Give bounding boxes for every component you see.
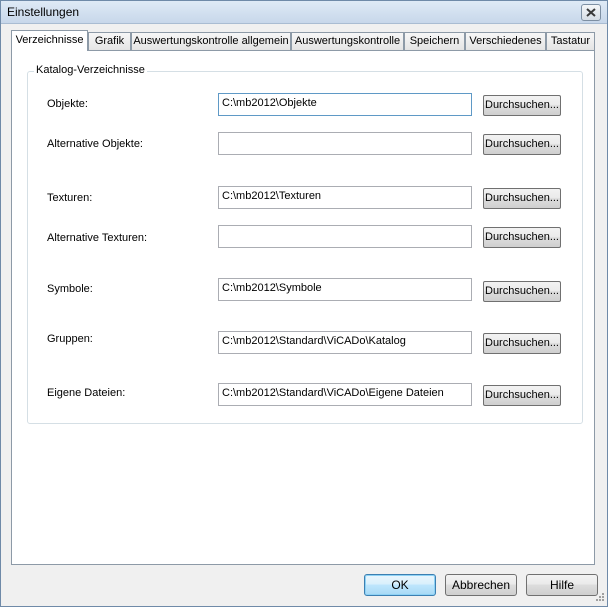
title-bar[interactable]: Einstellungen	[1, 1, 607, 24]
texturen-label: Texturen:	[47, 192, 93, 204]
tab-grafik[interactable]: Grafik	[88, 32, 131, 50]
tab-verzeichnisse[interactable]: Verzeichnisse	[11, 30, 88, 51]
ok-button[interactable]: OK	[364, 574, 436, 596]
symbole-label: Symbole:	[47, 283, 93, 295]
window-title: Einstellungen	[7, 5, 80, 19]
gruppen-path-field[interactable]: C:\mb2012\Standard\ViCADo\Katalog	[218, 331, 472, 354]
objekte-label: Objekte:	[47, 98, 88, 110]
objekte-browse-button[interactable]: Durchsuchen...	[483, 95, 561, 116]
tab-tastatur[interactable]: Tastatur	[546, 32, 595, 50]
alternative-texturen-label: Alternative Texturen:	[47, 232, 148, 244]
alternative-objekte-path-field[interactable]	[218, 132, 472, 155]
objekte-path-field[interactable]: C:\mb2012\Objekte	[218, 93, 472, 116]
tab-verschiedenes[interactable]: Verschiedenes	[465, 32, 546, 50]
alternative-texturen-path-field[interactable]	[218, 225, 472, 248]
texturen-path-field[interactable]: C:\mb2012\Texturen	[218, 186, 472, 209]
symbole-browse-button[interactable]: Durchsuchen...	[483, 281, 561, 302]
tab-auswertungskontrolle[interactable]: Auswertungskontrolle	[291, 32, 404, 50]
resize-grip-icon[interactable]	[593, 592, 605, 604]
cancel-button[interactable]: Abbrechen	[445, 574, 517, 596]
alternative-objekte-browse-button[interactable]: Durchsuchen...	[483, 134, 561, 155]
eigene-dateien-label: Eigene Dateien:	[47, 387, 126, 399]
symbole-path-field[interactable]: C:\mb2012\Symbole	[218, 278, 472, 301]
tab-auswertungskontrolle-allgemein[interactable]: Auswertungskontrolle allgemein	[131, 32, 291, 50]
tab-panel-verzeichnisse: Katalog-Verzeichnisse Objekte: C:\mb2012…	[11, 50, 595, 565]
alternative-texturen-browse-button[interactable]: Durchsuchen...	[483, 227, 561, 248]
gruppen-browse-button[interactable]: Durchsuchen...	[483, 333, 561, 354]
texturen-browse-button[interactable]: Durchsuchen...	[483, 188, 561, 209]
eigene-dateien-path-field[interactable]: C:\mb2012\Standard\ViCADo\Eigene Dateien	[218, 383, 472, 406]
tab-strip: Verzeichnisse Grafik Auswertungskontroll…	[11, 30, 597, 51]
help-button[interactable]: Hilfe	[526, 574, 598, 596]
close-button[interactable]	[581, 4, 601, 21]
tab-speichern[interactable]: Speichern	[404, 32, 465, 50]
group-title: Katalog-Verzeichnisse	[34, 64, 147, 76]
gruppen-label: Gruppen:	[47, 333, 93, 345]
close-icon	[586, 8, 596, 17]
settings-dialog: Einstellungen Verzeichnisse Grafik Auswe…	[0, 0, 608, 607]
alternative-objekte-label: Alternative Objekte:	[47, 138, 143, 150]
eigene-dateien-browse-button[interactable]: Durchsuchen...	[483, 385, 561, 406]
